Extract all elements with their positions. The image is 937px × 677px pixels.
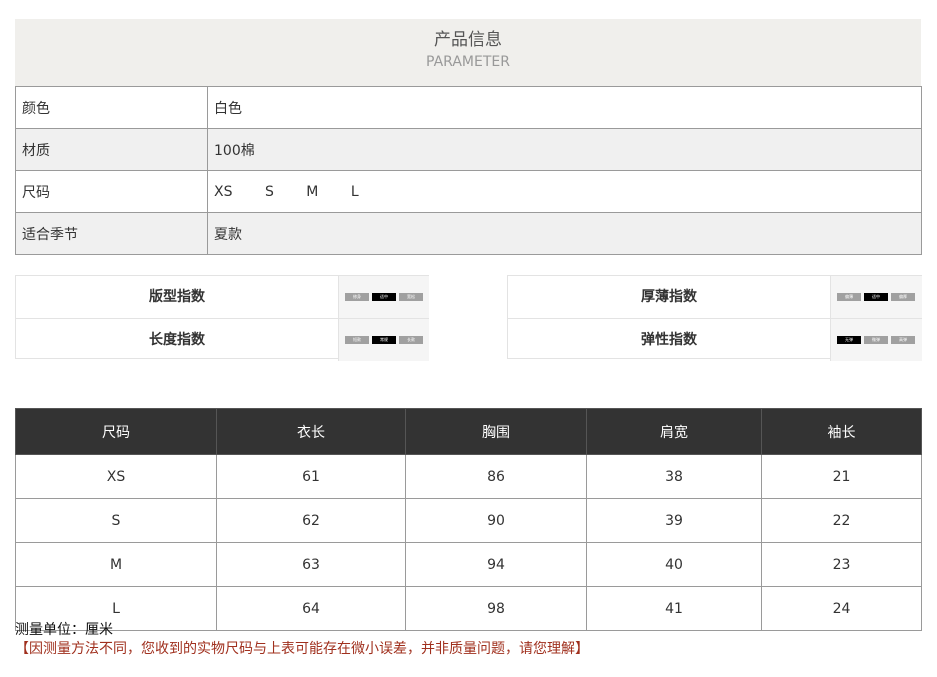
size-chart-table: 尺码 衣长 胸围 肩宽 袖长 XS 61 86 38 21 S 62 90 39…	[15, 408, 922, 631]
table-cell: M	[15, 542, 217, 587]
table-cell: 90	[405, 498, 587, 543]
fit-option-chip: 宽松	[399, 293, 423, 301]
param-label: 适合季节	[15, 212, 208, 255]
param-label: 材质	[15, 128, 208, 171]
table-row: XS 61 86 38 21	[15, 454, 922, 499]
thickness-option-chip: 偏薄	[837, 293, 861, 301]
table-cell: 38	[586, 454, 762, 499]
parameter-table: 颜色 白色 材质 100棉 尺码 XS S M L 适合季节 夏款	[15, 86, 922, 255]
index-scale-length: 短款 常规 长款	[338, 319, 429, 361]
table-cell: 41	[586, 586, 762, 631]
column-header-shoulder: 肩宽	[586, 408, 762, 455]
column-header-sleeve: 袖长	[761, 408, 922, 455]
index-row-thickness: 厚薄指数 偏薄 适中 偏厚	[508, 276, 922, 318]
table-cell: 62	[216, 498, 406, 543]
thickness-option-chip: 偏厚	[891, 293, 915, 301]
index-box-right: 厚薄指数 偏薄 适中 偏厚 弹性指数 无弹 微弹 高弹	[507, 275, 922, 361]
table-cell: 23	[761, 542, 922, 587]
length-option-chip: 短款	[345, 336, 369, 344]
product-info-header: 产品信息 PARAMETER	[15, 19, 921, 86]
header-title-cn: 产品信息	[434, 30, 502, 50]
table-cell: 24	[761, 586, 922, 631]
table-cell: 61	[216, 454, 406, 499]
measurement-unit-note: 测量单位：厘米	[15, 622, 113, 638]
index-box-left: 版型指数 修身 适中 宽松 长度指数 短款 常规 长款	[15, 275, 429, 361]
table-cell: 63	[216, 542, 406, 587]
length-option-chip-selected: 常规	[372, 336, 396, 344]
table-cell: S	[15, 498, 217, 543]
index-row-fit: 版型指数 修身 适中 宽松	[16, 276, 429, 318]
table-cell: 21	[761, 454, 922, 499]
length-option-chip: 长款	[399, 336, 423, 344]
fit-option-chip: 修身	[345, 293, 369, 301]
index-label-length: 长度指数	[149, 332, 205, 348]
param-value-sizes: XS S M L	[207, 170, 922, 213]
column-header-size: 尺码	[15, 408, 217, 455]
thickness-option-chip-selected: 适中	[864, 293, 888, 301]
table-cell: 86	[405, 454, 587, 499]
size-option: S	[264, 183, 274, 200]
size-option: M	[306, 183, 319, 200]
table-cell: XS	[15, 454, 217, 499]
index-label-thickness: 厚薄指数	[641, 289, 697, 305]
table-row: S 62 90 39 22	[15, 498, 922, 543]
index-row-length: 长度指数 短款 常规 长款	[16, 318, 429, 361]
param-value: 白色	[207, 86, 922, 129]
size-chart-header-row: 尺码 衣长 胸围 肩宽 袖长	[15, 408, 922, 455]
elasticity-option-chip: 高弹	[891, 336, 915, 344]
param-row-size: 尺码 XS S M L	[15, 170, 922, 213]
param-value: 夏款	[207, 212, 922, 255]
table-cell: 22	[761, 498, 922, 543]
table-cell: 98	[405, 586, 587, 631]
param-label: 尺码	[15, 170, 208, 213]
param-row-season: 适合季节 夏款	[15, 212, 922, 255]
param-row-material: 材质 100棉	[15, 128, 922, 171]
table-cell: 64	[216, 586, 406, 631]
index-row-elasticity: 弹性指数 无弹 微弹 高弹	[508, 318, 922, 361]
table-cell: 39	[586, 498, 762, 543]
param-value: 100棉	[207, 128, 922, 171]
elasticity-option-chip-selected: 无弹	[837, 336, 861, 344]
index-label-elasticity: 弹性指数	[641, 332, 697, 348]
index-label-fit: 版型指数	[149, 289, 205, 305]
fit-option-chip-selected: 适中	[372, 293, 396, 301]
size-option: XS	[214, 183, 233, 200]
column-header-length: 衣长	[216, 408, 406, 455]
param-label: 颜色	[15, 86, 208, 129]
table-cell: 40	[586, 542, 762, 587]
elasticity-option-chip: 微弹	[864, 336, 888, 344]
size-option: L	[350, 183, 359, 200]
disclaimer-note: 【因测量方法不同，您收到的实物尺码与上表可能存在微小误差，并非质量问题，请您理解…	[15, 641, 589, 657]
column-header-chest: 胸围	[405, 408, 587, 455]
table-row: L 64 98 41 24	[15, 586, 922, 631]
param-row-color: 颜色 白色	[15, 86, 922, 129]
header-title-en: PARAMETER	[426, 54, 510, 70]
index-scale-elasticity: 无弹 微弹 高弹	[830, 319, 922, 361]
index-panel: 版型指数 修身 适中 宽松 长度指数 短款 常规 长款 厚薄指数 偏薄 适中 偏…	[15, 275, 922, 361]
table-cell: 94	[405, 542, 587, 587]
table-row: M 63 94 40 23	[15, 542, 922, 587]
index-scale-fit: 修身 适中 宽松	[338, 276, 429, 318]
index-scale-thickness: 偏薄 适中 偏厚	[830, 276, 922, 318]
